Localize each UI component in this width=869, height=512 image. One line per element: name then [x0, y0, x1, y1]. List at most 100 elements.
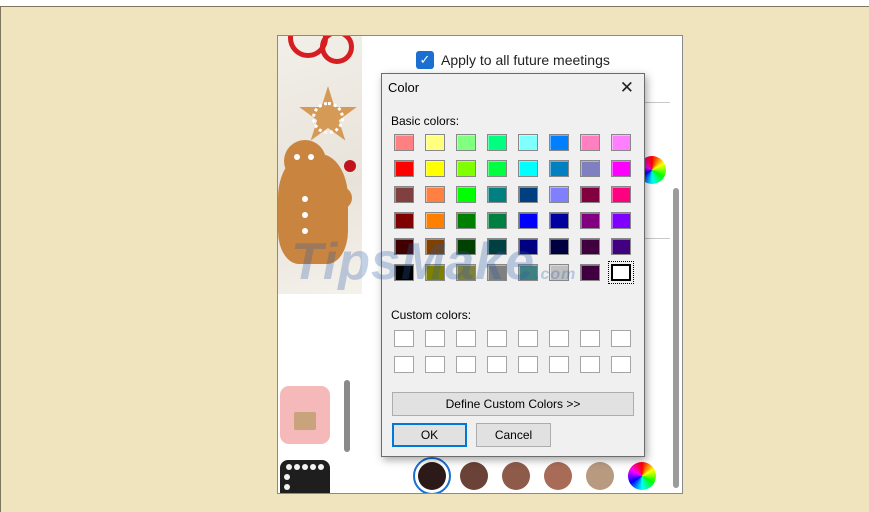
skin-tone-swatch[interactable] [586, 462, 614, 490]
basic-color-swatch[interactable] [549, 186, 569, 203]
basic-color-swatch[interactable] [549, 238, 569, 255]
basic-color-swatch[interactable] [580, 160, 600, 177]
custom-colors-label: Custom colors: [391, 308, 472, 322]
skin-tone-swatch[interactable] [460, 462, 488, 490]
basic-color-swatch[interactable] [394, 238, 414, 255]
color-dialog: Color ✕ Basic colors: Custom colors: Def… [381, 73, 645, 457]
basic-color-swatch[interactable] [549, 212, 569, 229]
thumbnail-scrollbar[interactable] [344, 380, 350, 452]
basic-color-swatch[interactable] [456, 264, 476, 281]
basic-color-swatch[interactable] [549, 264, 569, 281]
close-icon[interactable]: ✕ [620, 78, 634, 98]
basic-color-swatch[interactable] [611, 186, 631, 203]
custom-color-swatch[interactable] [518, 330, 538, 347]
apply-future-checkbox[interactable]: ✓ [416, 51, 434, 69]
basic-color-swatch[interactable] [487, 160, 507, 177]
basic-color-swatch[interactable] [456, 212, 476, 229]
skin-tone-swatch[interactable] [544, 462, 572, 490]
basic-color-swatch[interactable] [425, 160, 445, 177]
gingerbread-arm [326, 186, 352, 210]
basic-color-swatch[interactable] [456, 160, 476, 177]
custom-color-swatch[interactable] [518, 356, 538, 373]
skin-tone-swatch[interactable] [413, 457, 451, 493]
custom-color-swatch[interactable] [549, 356, 569, 373]
basic-color-swatch[interactable] [394, 134, 414, 151]
basic-color-swatch[interactable] [518, 212, 538, 229]
basic-color-swatch[interactable] [487, 186, 507, 203]
icing-dot [302, 212, 308, 218]
basic-color-swatch[interactable] [518, 186, 538, 203]
custom-colors-grid [394, 330, 631, 373]
basic-color-swatch[interactable] [487, 264, 507, 281]
custom-color-swatch[interactable] [611, 330, 631, 347]
basic-color-swatch[interactable] [518, 238, 538, 255]
ok-button[interactable]: OK [392, 423, 467, 447]
background-image-thumbnail[interactable] [278, 36, 362, 294]
basic-color-swatch[interactable] [580, 264, 600, 281]
custom-color-swatch[interactable] [425, 330, 445, 347]
background-thumbnail-dark[interactable] [280, 460, 330, 493]
custom-color-swatch[interactable] [456, 330, 476, 347]
custom-color-swatch[interactable] [487, 356, 507, 373]
define-custom-colors-button[interactable]: Define Custom Colors >> [392, 392, 634, 416]
icing-dot [302, 196, 308, 202]
basic-color-swatch[interactable] [611, 238, 631, 255]
star-cookie-icing [312, 102, 344, 134]
cancel-button[interactable]: Cancel [476, 423, 551, 447]
basic-color-swatch[interactable] [425, 134, 445, 151]
custom-color-swatch[interactable] [394, 330, 414, 347]
pearl-dot [310, 464, 316, 470]
basic-color-swatch[interactable] [487, 238, 507, 255]
basic-color-swatch[interactable] [456, 134, 476, 151]
basic-color-swatch[interactable] [425, 186, 445, 203]
basic-color-swatch[interactable] [549, 160, 569, 177]
pearl-dot [284, 474, 290, 480]
basic-color-swatch[interactable] [394, 160, 414, 177]
custom-color-swatch[interactable] [394, 356, 414, 373]
pearl-dot [318, 464, 324, 470]
pearl-dot [286, 464, 292, 470]
dialog-title: Color [388, 80, 420, 95]
basic-color-swatch[interactable] [580, 212, 600, 229]
basic-color-swatch[interactable] [425, 264, 445, 281]
basic-color-swatch[interactable] [611, 134, 631, 151]
basic-color-swatch[interactable] [608, 261, 634, 284]
settings-scrollbar[interactable] [673, 188, 679, 488]
basic-color-swatch[interactable] [425, 212, 445, 229]
basic-color-swatch[interactable] [580, 186, 600, 203]
basic-color-swatch[interactable] [487, 212, 507, 229]
background-thumbnail-pink[interactable] [280, 386, 330, 444]
custom-color-swatch[interactable] [456, 356, 476, 373]
basic-color-swatch[interactable] [611, 160, 631, 177]
skin-tone-row [413, 457, 656, 493]
basic-color-swatch[interactable] [549, 134, 569, 151]
custom-color-swatch[interactable] [580, 330, 600, 347]
basic-color-swatch[interactable] [394, 212, 414, 229]
custom-color-swatch[interactable] [580, 356, 600, 373]
basic-color-swatch[interactable] [611, 212, 631, 229]
berry-decoration [344, 160, 356, 172]
basic-color-swatch[interactable] [394, 264, 414, 281]
basic-color-swatch[interactable] [394, 186, 414, 203]
icing-dot [302, 228, 308, 234]
skin-color-wheel-icon[interactable] [628, 462, 656, 490]
basic-color-swatch[interactable] [518, 264, 538, 281]
custom-color-swatch[interactable] [425, 356, 445, 373]
basic-color-swatch[interactable] [518, 160, 538, 177]
skin-tone-swatch[interactable] [502, 462, 530, 490]
icing-dot [294, 154, 300, 160]
basic-color-swatch[interactable] [487, 134, 507, 151]
basic-colors-grid [394, 134, 634, 284]
pearl-dot [284, 484, 290, 490]
apply-future-meetings-row[interactable]: ✓ Apply to all future meetings [416, 50, 610, 70]
basic-color-swatch[interactable] [425, 238, 445, 255]
basic-colors-label: Basic colors: [391, 114, 460, 128]
basic-color-swatch[interactable] [456, 186, 476, 203]
basic-color-swatch[interactable] [580, 134, 600, 151]
custom-color-swatch[interactable] [487, 330, 507, 347]
basic-color-swatch[interactable] [580, 238, 600, 255]
custom-color-swatch[interactable] [549, 330, 569, 347]
custom-color-swatch[interactable] [611, 356, 631, 373]
basic-color-swatch[interactable] [456, 238, 476, 255]
basic-color-swatch[interactable] [518, 134, 538, 151]
